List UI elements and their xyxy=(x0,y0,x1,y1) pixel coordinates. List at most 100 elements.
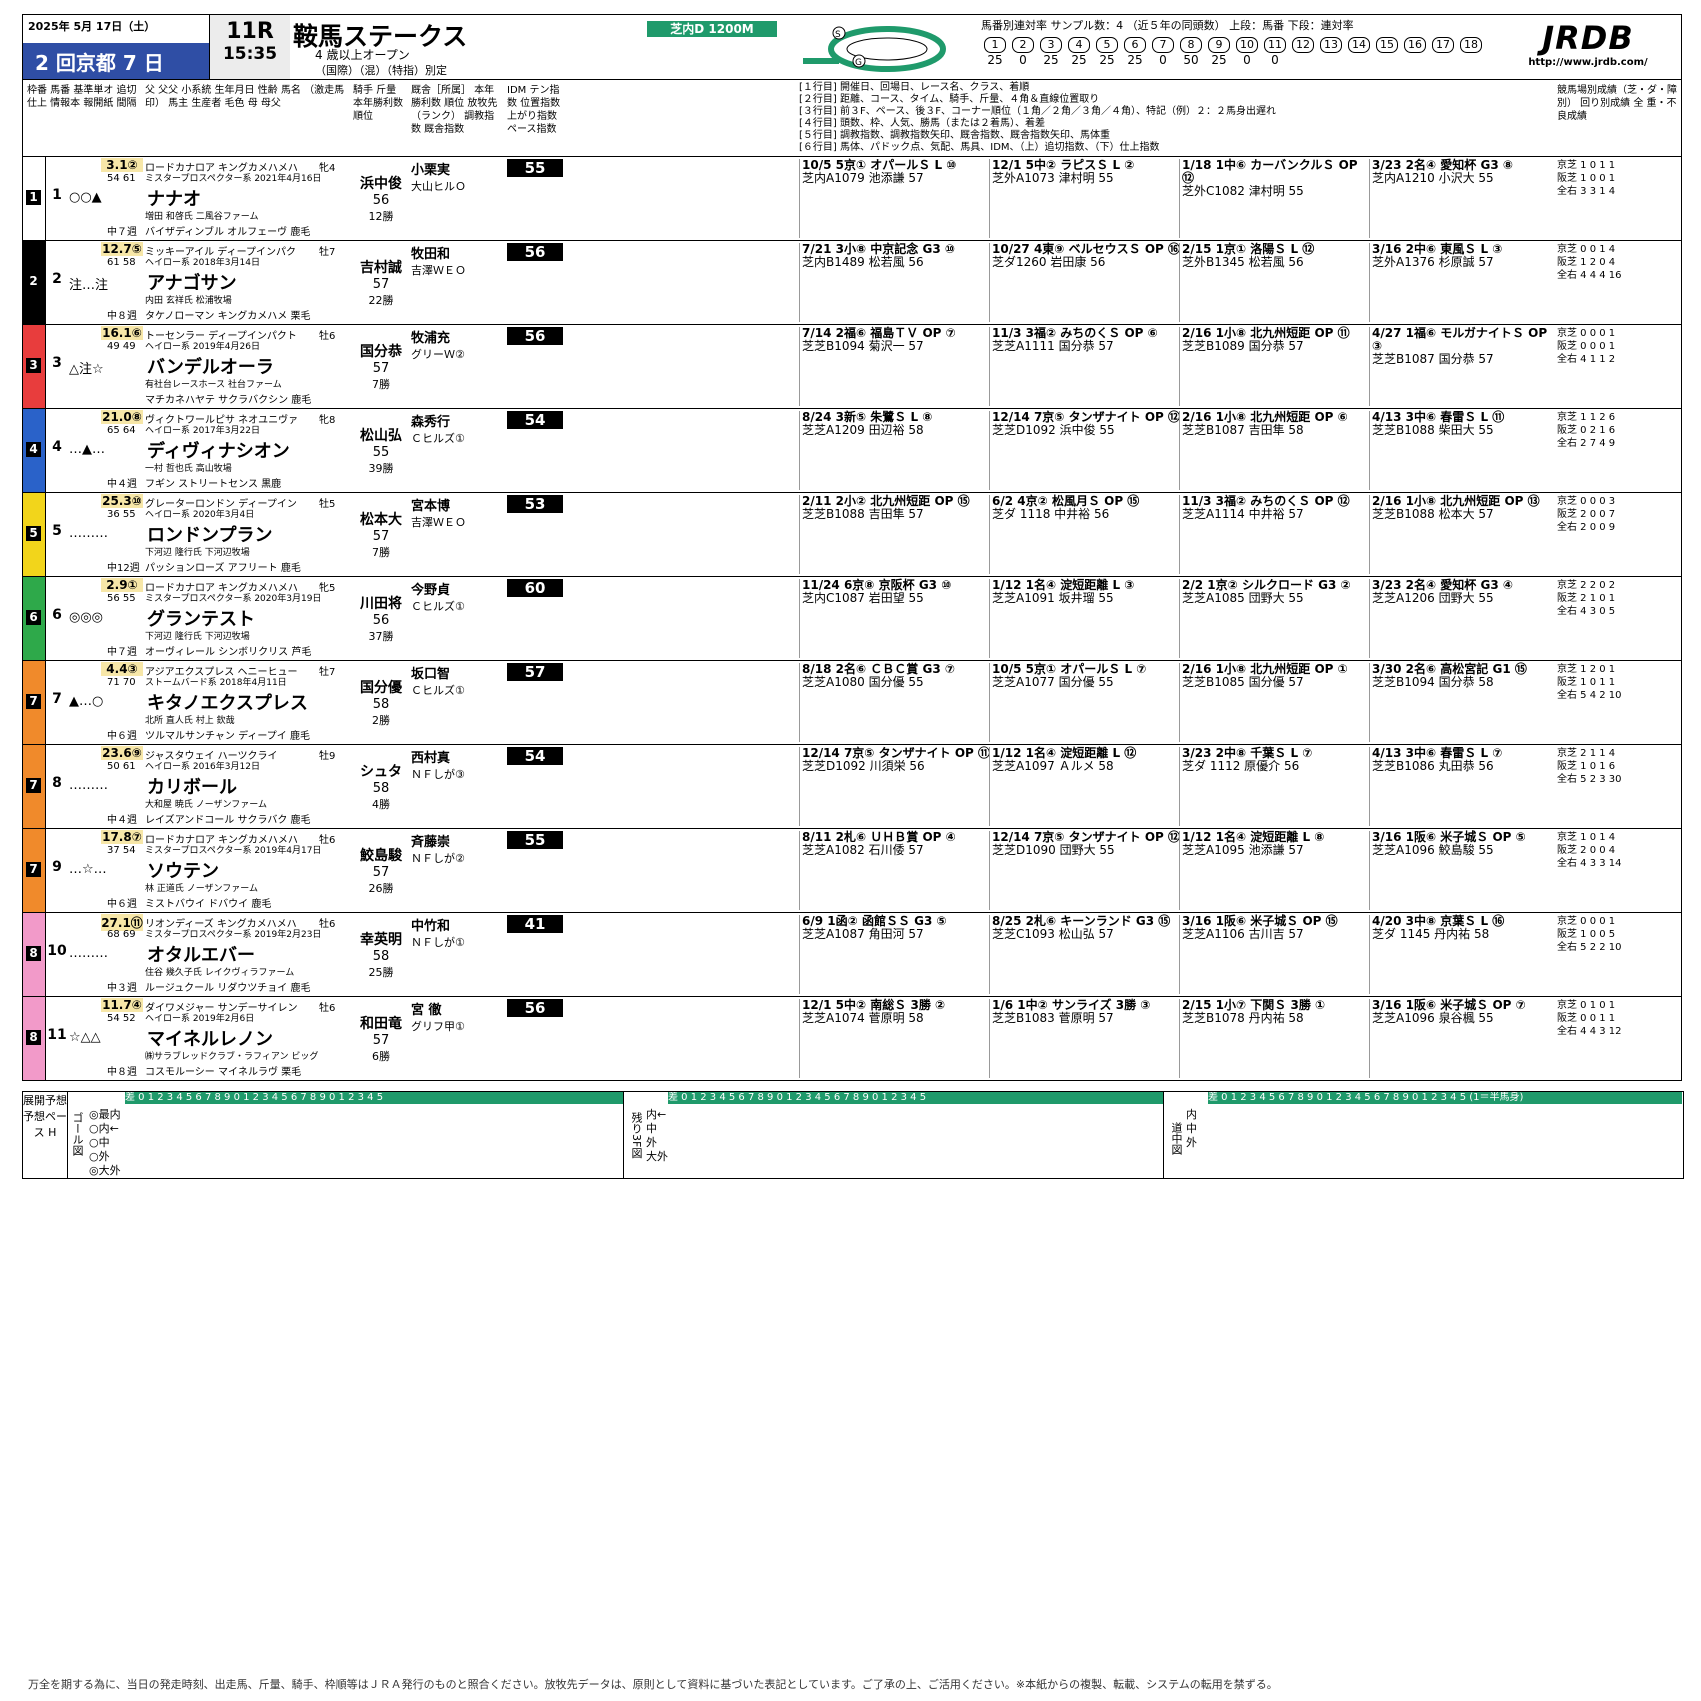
past-race-2[interactable]: 10/27 4東⑨ ベルセウスＳ OP ⑯ 芝ダ1260 岩田康 56 xyxy=(989,243,1180,322)
past-race-2[interactable]: 12/14 7京⑤ タンザナイト OP ⑫ 芝芝D1090 団野大 55 xyxy=(989,831,1180,910)
carried-weight: 57 xyxy=(372,277,390,292)
record-hanshin: 阪芝 2 0 0 4 xyxy=(1557,845,1616,856)
trainer-name[interactable]: 斉藤崇 xyxy=(411,835,450,850)
past-race-2[interactable]: 8/25 2札⑥ キーンランド G3 ⑮ 芝芝C1093 松山弘 57 xyxy=(989,915,1180,994)
past-race-4[interactable]: 4/13 3中⑥ 春雷Ｓ L ⑦ 芝芝B1086 丸田恭 56 xyxy=(1369,747,1560,826)
past-race-3[interactable]: 2/2 1京② シルクロード G3 ② 芝芝A1085 団野大 55 xyxy=(1179,579,1370,658)
trainer-name[interactable]: 森秀行 xyxy=(411,415,450,430)
entry-row[interactable]: 7 7 ▲…○ 4.4③ 71 70 中６週 アジアエクスプレス ヘニーヒュー 牡7 ストームバ… xyxy=(23,661,1681,745)
past-race-4[interactable]: 3/16 1阪⑥ 米子城Ｓ OP ⑤ 芝芝A1096 鮫島駿 55 xyxy=(1369,831,1560,910)
entry-row[interactable]: 6 6 ◎◎◎ 2.9① 56 55 中７週 ロードカナロア キングカメハメハ 牝5 ミスタープ… xyxy=(23,577,1681,661)
past-race-3[interactable]: 2/15 1小⑦ 下関Ｓ 3勝 ① 芝芝B1078 丹内祐 58 xyxy=(1179,999,1370,1078)
jockey-name[interactable]: 川田将 xyxy=(353,593,409,613)
sex-age: 牡7 xyxy=(319,667,336,678)
jockey-name[interactable]: 松山弘 xyxy=(353,425,409,445)
jockey: 松本大 57 7勝 xyxy=(353,495,409,560)
horse-name[interactable]: キタノエクスプレス xyxy=(147,689,308,715)
entry-row[interactable]: 5 5……… 25.3⑩ 36 55 中12週 グレーターロンドン ディープイン 牡5 ヘイロ… xyxy=(23,493,1681,577)
logo-url: http://www.jrdb.com/ xyxy=(1528,57,1648,68)
entry-row[interactable]: 2 2 注…注 12.7⑤ 61 58 中８週 ミッキーアイル ディープインパク 牡7 ヘイロー… xyxy=(23,241,1681,325)
past-race-4[interactable]: 3/16 1阪⑥ 米子城Ｓ OP ⑦ 芝芝A1096 泉谷楓 55 xyxy=(1369,999,1560,1078)
horse-name[interactable]: ナナオ xyxy=(147,185,201,211)
past-race-4[interactable]: 2/16 1小⑧ 北九州短距 OP ⑬ 芝芝B1088 松本大 57 xyxy=(1369,495,1560,574)
entry-row[interactable]: 3 3 △注☆ 16.1⑥ 49 49 トーセンラー ディープインパクト 牡6 ヘイロー系 2… xyxy=(23,325,1681,409)
trainer-name[interactable]: 今野貞 xyxy=(411,583,450,598)
past-race-1[interactable]: 7/21 3小⑧ 中京記念 G3 ⑩ 芝内B1489 松若風 56 xyxy=(799,243,990,322)
horse-name[interactable]: オタルエバー xyxy=(147,941,255,967)
past-race-2[interactable]: 1/12 1名④ 淀短距離 L ③ 芝芝A1091 坂井瑠 55 xyxy=(989,579,1180,658)
entry-row[interactable]: 8 10……… 27.1⑪ 68 69 中３週 リオンディーズ キングカメハメハ 牡6 ミスタ… xyxy=(23,913,1681,997)
jockey-name[interactable]: 国分恭 xyxy=(353,341,409,361)
past-race-2[interactable]: 11/3 3福② みちのくＳ OP ⑥ 芝芝A1111 国分恭 57 xyxy=(989,327,1180,406)
horse-name[interactable]: バンデルオーラ xyxy=(147,353,274,379)
jockey-name[interactable]: 浜中俊 xyxy=(353,173,409,193)
past-race-1[interactable]: 10/5 5京① オパールＳ L ⑩ 芝内A1079 池添謙 57 xyxy=(799,159,990,238)
trainer-name[interactable]: 牧浦充 xyxy=(411,331,450,346)
jockey-name[interactable]: シュタ xyxy=(353,761,409,781)
past-race-4[interactable]: 4/20 3中⑧ 京葉Ｓ L ⑯ 芝ダ 1145 丹内祐 58 xyxy=(1369,915,1560,994)
past-race-4[interactable]: 3/30 2名⑥ 高松宮記 G1 ⑮ 芝芝B1094 国分恭 58 xyxy=(1369,663,1560,742)
jockey-name[interactable]: 鮫島駿 xyxy=(353,845,409,865)
past-race-2[interactable]: 12/1 5中② ラピスＳ L ② 芝外A1073 津村明 55 xyxy=(989,159,1180,238)
past-race-1[interactable]: 12/14 7京⑤ タンザナイト OP ⑪ 芝芝D1092 川須栄 56 xyxy=(799,747,990,826)
interval: 中６週 xyxy=(107,731,137,742)
past-race-1[interactable]: 7/14 2福⑥ 福島ＴＶ OP ⑦ 芝芝B1094 菊沢一 57 xyxy=(799,327,990,406)
past-race-3[interactable]: 2/16 1小⑧ 北九州短距 OP ⑥ 芝芝B1087 吉田隼 58 xyxy=(1179,411,1370,490)
past-race-1[interactable]: 6/9 1函② 函館ＳＳ G3 ⑤ 芝芝A1087 角田河 57 xyxy=(799,915,990,994)
past-race-1[interactable]: 8/11 2札⑥ ＵＨＢ賞 OP ④ 芝芝A1082 石川倭 57 xyxy=(799,831,990,910)
past-race-3[interactable]: 1/18 1中⑥ カーバンクルＳ OP ⑫ 芝外C1082 津村明 55 xyxy=(1179,159,1370,238)
horse-name[interactable]: マイネルレノン xyxy=(147,1025,273,1051)
owner-breeder: 内田 玄祥氏 松浦牧場 xyxy=(145,296,232,306)
past-race-time: 芝芝A1111 国分恭 57 xyxy=(992,339,1114,353)
jockey-name[interactable]: 吉村誠 xyxy=(353,257,409,277)
jockey-name[interactable]: 国分優 xyxy=(353,677,409,697)
past-race-3[interactable]: 3/16 1阪⑥ 米子城Ｓ OP ⑮ 芝芝A1106 古川吉 57 xyxy=(1179,915,1370,994)
past-race-3[interactable]: 1/12 1名④ 淀短距離 L ⑧ 芝芝A1095 池添謙 57 xyxy=(1179,831,1370,910)
past-race-4[interactable]: 3/23 2名④ 愛知杯 G3 ⑧ 芝内A1210 小沢大 55 xyxy=(1369,159,1560,238)
trainer-name[interactable]: 宮本博 xyxy=(411,499,450,514)
trainer-name[interactable]: 小栗実 xyxy=(411,163,450,178)
entry-row[interactable]: 1 1 ○○▲ 3.1② 54 61 中７週 ロードカナロア キングカメハメハ 牝4 ミスタープ… xyxy=(23,157,1681,241)
past-race-1[interactable]: 8/18 2名⑥ ＣＢＣ賞 G3 ⑦ 芝芝A1080 国分優 55 xyxy=(799,663,990,742)
trainer-name[interactable]: 中竹和 xyxy=(411,919,450,934)
trainer-name[interactable]: 西村真 xyxy=(411,751,450,766)
entry-row[interactable]: 7 8……… 23.6⑨ 50 61 中４週 ジャスタウェイ ハーツクライ 牡9 ヘイロー系 … xyxy=(23,745,1681,829)
past-race-1[interactable]: 11/24 6京⑧ 京阪杯 G3 ⑩ 芝内C1087 岩田望 55 xyxy=(799,579,990,658)
past-race-4[interactable]: 3/23 2名④ 愛知杯 G3 ④ 芝芝A1206 団野大 55 xyxy=(1369,579,1560,658)
horse-name[interactable]: ロンドンプラン xyxy=(147,521,272,547)
past-race-1[interactable]: 8/24 3新⑤ 朱鷺Ｓ L ⑧ 芝芝A1209 田辺裕 58 xyxy=(799,411,990,490)
past-race-4[interactable]: 4/27 1福⑥ モルガナイトＳ OP ③ 芝芝B1087 国分恭 57 xyxy=(1369,327,1560,406)
past-race-1[interactable]: 12/1 5中② 南総Ｓ 3勝 ② 芝芝A1074 菅原明 58 xyxy=(799,999,990,1078)
horse-name[interactable]: アナゴサン xyxy=(147,269,237,295)
past-race-2[interactable]: 6/2 4京② 松風月Ｓ OP ⑮ 芝ダ 1118 中井裕 56 xyxy=(989,495,1180,574)
trainer-name[interactable]: 宮 徹 xyxy=(411,1003,442,1018)
past-race-2[interactable]: 1/12 1名④ 淀短距離 L ⑫ 芝芝A1097 Ａルメ 58 xyxy=(989,747,1180,826)
entry-row[interactable]: 8 11 ☆△△ 11.7④ 54 52 中８週 ダイワメジャー サンデーサイレン 牡6 ヘイロ… xyxy=(23,997,1681,1080)
past-race-3[interactable]: 3/23 2中⑧ 千葉Ｓ L ⑦ 芝ダ 1112 原優介 56 xyxy=(1179,747,1370,826)
past-race-3[interactable]: 2/16 1小⑧ 北九州短距 OP ① 芝芝B1085 国分優 57 xyxy=(1179,663,1370,742)
horse-name[interactable]: グランテスト xyxy=(147,605,255,631)
trainer-name[interactable]: 坂口智 xyxy=(411,667,450,682)
horse-name[interactable]: ディヴィナシオン xyxy=(147,437,290,463)
trainer-name[interactable]: 牧田和 xyxy=(411,247,450,262)
jockey-name[interactable]: 幸英明 xyxy=(353,929,409,949)
horse-name[interactable]: カリボール xyxy=(147,773,237,799)
record-kyoto: 京芝 0 0 0 3 xyxy=(1557,496,1616,507)
past-race-3[interactable]: 2/15 1京① 洛陽Ｓ L ⑫ 芝外B1345 松若風 56 xyxy=(1179,243,1370,322)
past-race-3[interactable]: 2/16 1小⑧ 北九州短距 OP ⑪ 芝芝B1089 国分恭 57 xyxy=(1179,327,1370,406)
jockey-name[interactable]: 和田竜 xyxy=(353,1013,409,1033)
past-race-2[interactable]: 10/5 5京① オパールＳ L ⑦ 芝芝A1077 国分優 55 xyxy=(989,663,1180,742)
past-race-1[interactable]: 2/11 2小② 北九州短距 OP ⑮ 芝芝B1088 吉田隼 57 xyxy=(799,495,990,574)
past-race-2[interactable]: 12/14 7京⑤ タンザナイト OP ⑫ 芝芝D1092 浜中俊 55 xyxy=(989,411,1180,490)
past-race-time: 芝芝B1088 柴田大 55 xyxy=(1372,423,1494,437)
horse-name[interactable]: ソウテン xyxy=(147,857,219,883)
entry-row[interactable]: 7 9 …☆… 17.8⑦ 37 54 中６週 ロードカナロア キングカメハメハ 牡6 ミスター… xyxy=(23,829,1681,913)
prediction-marks: △注☆ xyxy=(69,362,104,377)
entry-row[interactable]: 4 4 …▲… 21.0⑧ 65 64 中４週 ヴィクトワールピサ ネオユニヴァ 牝8 ヘイロー… xyxy=(23,409,1681,493)
past-race-2[interactable]: 1/6 1中② サンライズ 3勝 ③ 芝芝B1083 菅原明 57 xyxy=(989,999,1180,1078)
training-index: 50 61 xyxy=(107,761,136,772)
past-race-3[interactable]: 11/3 3福② みちのくＳ OP ⑫ 芝芝A1114 中井裕 57 xyxy=(1179,495,1370,574)
past-race-4[interactable]: 4/13 3中⑥ 春雷Ｓ L ⑪ 芝芝B1088 柴田大 55 xyxy=(1369,411,1560,490)
past-race-4[interactable]: 3/16 2中⑥ 東風Ｓ L ③ 芝外A1376 杉原誠 57 xyxy=(1369,243,1560,322)
jockey-name[interactable]: 松本大 xyxy=(353,509,409,529)
